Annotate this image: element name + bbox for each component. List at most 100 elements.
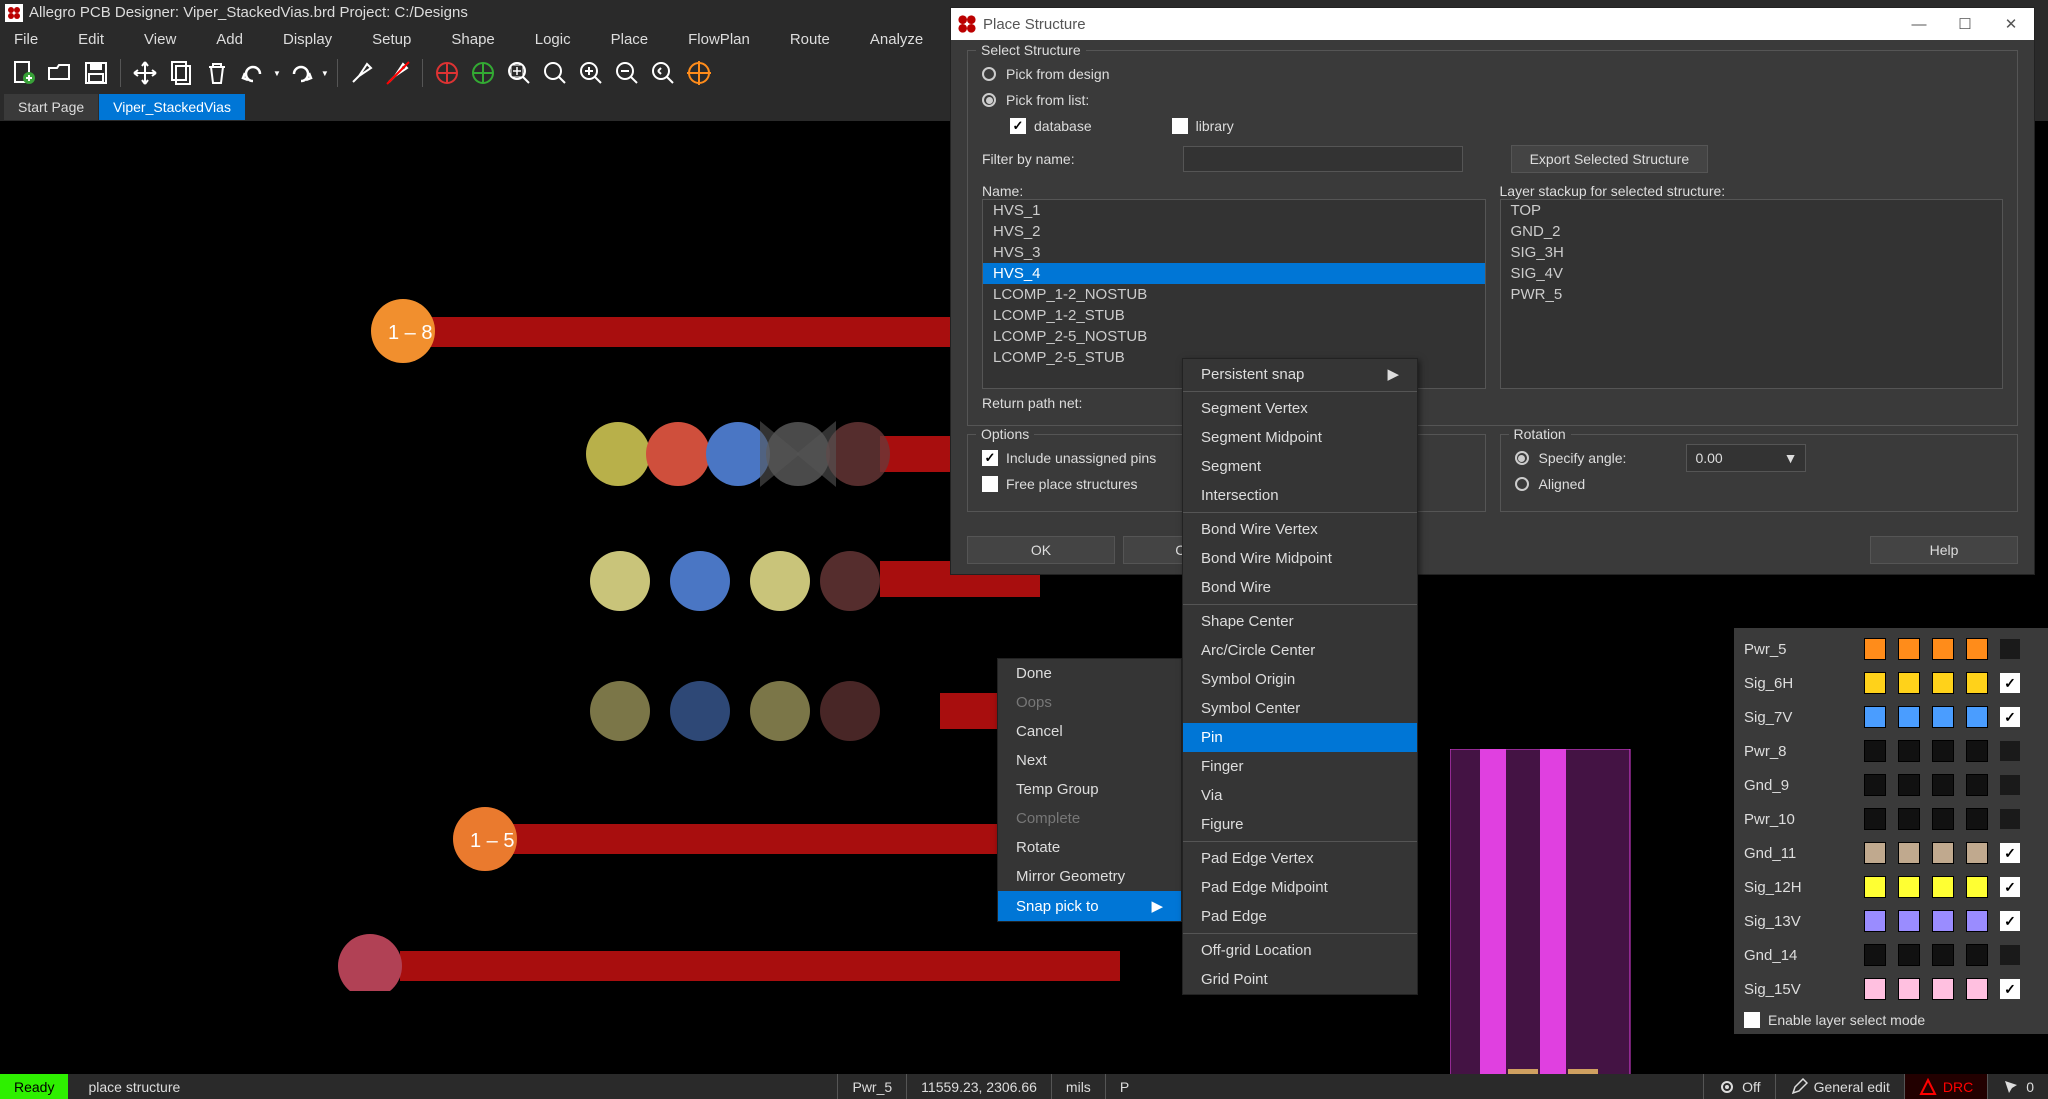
checkbox-library[interactable]: library xyxy=(1172,118,1234,134)
status-drc[interactable]: DRC xyxy=(1904,1074,1987,1099)
context-menu-item[interactable]: Temp Group xyxy=(998,775,1181,804)
layer-row[interactable]: Gnd_11✓ xyxy=(1744,836,2038,870)
context-menu-item[interactable]: Segment xyxy=(1183,452,1417,481)
zoom-prev-icon[interactable] xyxy=(647,57,679,89)
radio-aligned[interactable]: Aligned xyxy=(1515,471,2004,497)
context-menu-item[interactable]: Rotate xyxy=(998,833,1181,862)
context-menu-item[interactable]: Next xyxy=(998,746,1181,775)
context-menu-item[interactable]: Done xyxy=(998,659,1181,688)
unhighlight-icon[interactable] xyxy=(382,57,414,89)
layer-row[interactable]: Pwr_10✓ xyxy=(1744,802,2038,836)
target-red-icon[interactable] xyxy=(431,57,463,89)
menu-display[interactable]: Display xyxy=(283,31,332,48)
menu-shape[interactable]: Shape xyxy=(451,31,494,48)
zoom-in-icon[interactable] xyxy=(575,57,607,89)
context-menu-item[interactable]: Snap pick to▶ xyxy=(998,891,1181,921)
move-icon[interactable] xyxy=(129,57,161,89)
status-active-layer[interactable]: Pwr_5 xyxy=(837,1074,906,1099)
highlight-icon[interactable] xyxy=(346,57,378,89)
layer-row[interactable]: Pwr_8✓ xyxy=(1744,734,2038,768)
close-button[interactable]: ✕ xyxy=(1988,8,2034,40)
save-icon[interactable] xyxy=(80,57,112,89)
context-menu-item[interactable]: Segment Midpoint xyxy=(1183,423,1417,452)
layer-row[interactable]: Gnd_9✓ xyxy=(1744,768,2038,802)
checkbox-database[interactable]: ✓database xyxy=(1010,118,1092,134)
list-item[interactable]: HVS_1 xyxy=(983,200,1485,221)
menu-analyze[interactable]: Analyze xyxy=(870,31,923,48)
menu-add[interactable]: Add xyxy=(216,31,243,48)
status-edit-mode[interactable]: General edit xyxy=(1775,1074,1904,1099)
zoom-center-icon[interactable] xyxy=(683,57,715,89)
context-menu-item[interactable]: Bond Wire Vertex xyxy=(1183,515,1417,544)
list-item[interactable]: SIG_3H xyxy=(1501,242,2003,263)
context-menu-item[interactable]: Off-grid Location xyxy=(1183,936,1417,965)
context-menu-item[interactable]: Cancel xyxy=(998,717,1181,746)
context-menu-item[interactable]: Via xyxy=(1183,781,1417,810)
target-green-icon[interactable] xyxy=(467,57,499,89)
list-item[interactable]: LCOMP_2-5_NOSTUB xyxy=(983,326,1485,347)
zoom-out-icon[interactable] xyxy=(611,57,643,89)
tab-start-page[interactable]: Start Page xyxy=(4,94,98,120)
menu-file[interactable]: File xyxy=(14,31,38,48)
layer-row[interactable]: Sig_7V✓ xyxy=(1744,700,2038,734)
status-p[interactable]: P xyxy=(1105,1074,1143,1099)
context-menu-item[interactable]: Bond Wire xyxy=(1183,573,1417,602)
list-item[interactable]: LCOMP_1-2_STUB xyxy=(983,305,1485,326)
redo-icon[interactable] xyxy=(285,57,317,89)
menu-route[interactable]: Route xyxy=(790,31,830,48)
context-menu-item[interactable]: Pad Edge xyxy=(1183,902,1417,931)
layer-row[interactable]: Sig_15V✓ xyxy=(1744,972,2038,1006)
list-item[interactable]: SIG_4V xyxy=(1501,263,2003,284)
menu-setup[interactable]: Setup xyxy=(372,31,411,48)
context-menu-item[interactable]: Shape Center xyxy=(1183,607,1417,636)
context-menu-item[interactable]: Symbol Origin xyxy=(1183,665,1417,694)
radio-pick-from-design[interactable]: Pick from design xyxy=(982,61,2003,87)
help-button[interactable]: Help xyxy=(1870,536,2018,564)
context-menu-item[interactable]: Symbol Center xyxy=(1183,694,1417,723)
context-menu-item[interactable]: Mirror Geometry xyxy=(998,862,1181,891)
status-unit[interactable]: mils xyxy=(1051,1074,1105,1099)
context-menu-item[interactable]: Bond Wire Midpoint xyxy=(1183,544,1417,573)
context-menu-item[interactable]: Pad Edge Midpoint xyxy=(1183,873,1417,902)
export-structure-button[interactable]: Export Selected Structure xyxy=(1511,145,1709,173)
menu-place[interactable]: Place xyxy=(611,31,649,48)
layer-row[interactable]: Gnd_14✓ xyxy=(1744,938,2038,972)
tab-design[interactable]: Viper_StackedVias xyxy=(99,94,245,120)
menu-flowplan[interactable]: FlowPlan xyxy=(688,31,750,48)
filter-input[interactable] xyxy=(1183,146,1463,172)
context-menu-item[interactable]: Intersection xyxy=(1183,481,1417,510)
ok-button[interactable]: OK xyxy=(967,536,1115,564)
undo-icon[interactable] xyxy=(237,57,269,89)
menu-view[interactable]: View xyxy=(144,31,176,48)
list-item[interactable]: TOP xyxy=(1501,200,2003,221)
zoom-fit-icon[interactable] xyxy=(503,57,535,89)
context-menu-item[interactable]: Arc/Circle Center xyxy=(1183,636,1417,665)
context-menu-item[interactable]: Grid Point xyxy=(1183,965,1417,994)
new-file-icon[interactable] xyxy=(8,57,40,89)
list-item[interactable]: LCOMP_1-2_NOSTUB xyxy=(983,284,1485,305)
context-menu-item[interactable]: Persistent snap▶ xyxy=(1183,359,1417,389)
minimize-button[interactable]: — xyxy=(1896,8,1942,40)
context-menu-item[interactable]: Segment Vertex xyxy=(1183,394,1417,423)
maximize-button[interactable]: ☐ xyxy=(1942,8,1988,40)
dialog-titlebar[interactable]: Place Structure — ☐ ✕ xyxy=(951,8,2034,40)
layer-row[interactable]: Sig_13V✓ xyxy=(1744,904,2038,938)
angle-select[interactable]: 0.00▼ xyxy=(1686,444,1806,472)
menu-logic[interactable]: Logic xyxy=(535,31,571,48)
delete-icon[interactable] xyxy=(201,57,233,89)
context-menu-item[interactable]: Pin xyxy=(1183,723,1417,752)
open-file-icon[interactable] xyxy=(44,57,76,89)
copy-icon[interactable] xyxy=(165,57,197,89)
context-menu-item[interactable]: Finger xyxy=(1183,752,1417,781)
context-menu-item[interactable]: Figure xyxy=(1183,810,1417,839)
layer-stackup-list[interactable]: TOPGND_2SIG_3HSIG_4VPWR_5 xyxy=(1500,199,2004,389)
list-item[interactable]: GND_2 xyxy=(1501,221,2003,242)
list-item[interactable]: HVS_3 xyxy=(983,242,1485,263)
status-visibility[interactable]: Off xyxy=(1703,1074,1774,1099)
zoom-window-icon[interactable] xyxy=(539,57,571,89)
menu-edit[interactable]: Edit xyxy=(78,31,104,48)
context-menu-item[interactable]: Pad Edge Vertex xyxy=(1183,844,1417,873)
list-item[interactable]: PWR_5 xyxy=(1501,284,2003,305)
radio-pick-from-list[interactable]: Pick from list: xyxy=(982,87,2003,113)
list-item[interactable]: HVS_2 xyxy=(983,221,1485,242)
